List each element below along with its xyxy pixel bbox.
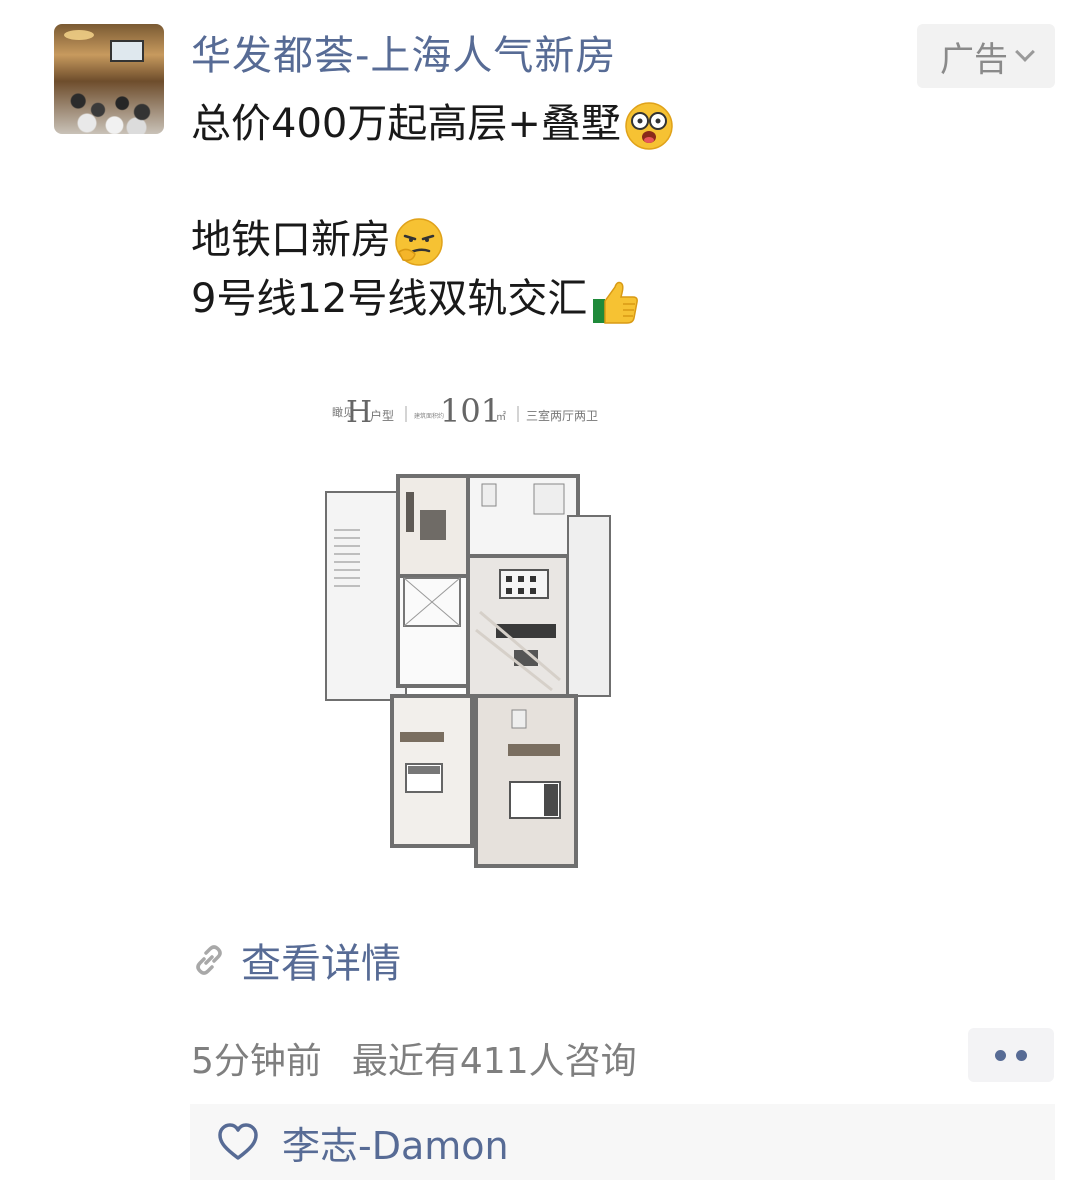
post-time: 5分钟前 bbox=[191, 1041, 322, 1082]
avatar-lamp bbox=[64, 30, 94, 40]
floorplan-area: 101 bbox=[440, 392, 501, 430]
consult-count: 最近有411人咨询 bbox=[351, 1041, 637, 1082]
floorplan-type-suffix: 户型 bbox=[370, 408, 394, 423]
heart-icon bbox=[218, 1123, 258, 1160]
floorplan-area-unit: ㎡ bbox=[496, 411, 506, 423]
more-dot-icon bbox=[1016, 1049, 1027, 1061]
ad-label: 广告 bbox=[940, 39, 1008, 80]
post-text-line-2: 地铁口新房 bbox=[191, 214, 445, 268]
floorplan-layout: 三室两厅两卫 bbox=[526, 408, 598, 423]
link-icon bbox=[196, 945, 222, 975]
post-meta: 5分钟前 最近有411人咨询 bbox=[191, 1032, 637, 1084]
advertiser-avatar[interactable] bbox=[54, 24, 164, 134]
view-details-label: 查看详情 bbox=[241, 941, 401, 987]
floorplan-type-letter: H bbox=[346, 395, 372, 430]
more-actions-button[interactable] bbox=[968, 1028, 1054, 1082]
more-dot-icon bbox=[995, 1049, 1006, 1061]
floorplan-image[interactable]: 瞰见 H 户型 建筑面积约 101 ㎡ 三室两厅两卫 bbox=[300, 380, 640, 880]
like-user-name[interactable]: 李志-Damon bbox=[282, 1115, 509, 1170]
ad-menu-button[interactable]: 广告 bbox=[917, 24, 1055, 88]
chevron-down-icon bbox=[1015, 42, 1035, 62]
post-text-1: 总价400万起高层+叠墅 bbox=[191, 101, 621, 147]
post-text-2: 地铁口新房 bbox=[191, 217, 391, 263]
post-text-line-1: 总价400万起高层+叠墅 bbox=[191, 98, 675, 152]
smirk-emoji-icon bbox=[395, 218, 443, 266]
author-name[interactable]: 华发都荟-上海人气新房 bbox=[191, 30, 616, 82]
starstruck-emoji-icon bbox=[625, 102, 673, 150]
post-text-3: 9号线12号线双轨交汇 bbox=[191, 276, 588, 322]
post-text-line-3: 9号线12号线双轨交汇 bbox=[191, 273, 641, 327]
likes-section: 李志-Damon bbox=[190, 1104, 1055, 1180]
view-details-link[interactable]: 查看详情 bbox=[191, 930, 401, 990]
thumbs-up-emoji-icon bbox=[593, 281, 639, 324]
avatar-screen bbox=[110, 40, 144, 62]
